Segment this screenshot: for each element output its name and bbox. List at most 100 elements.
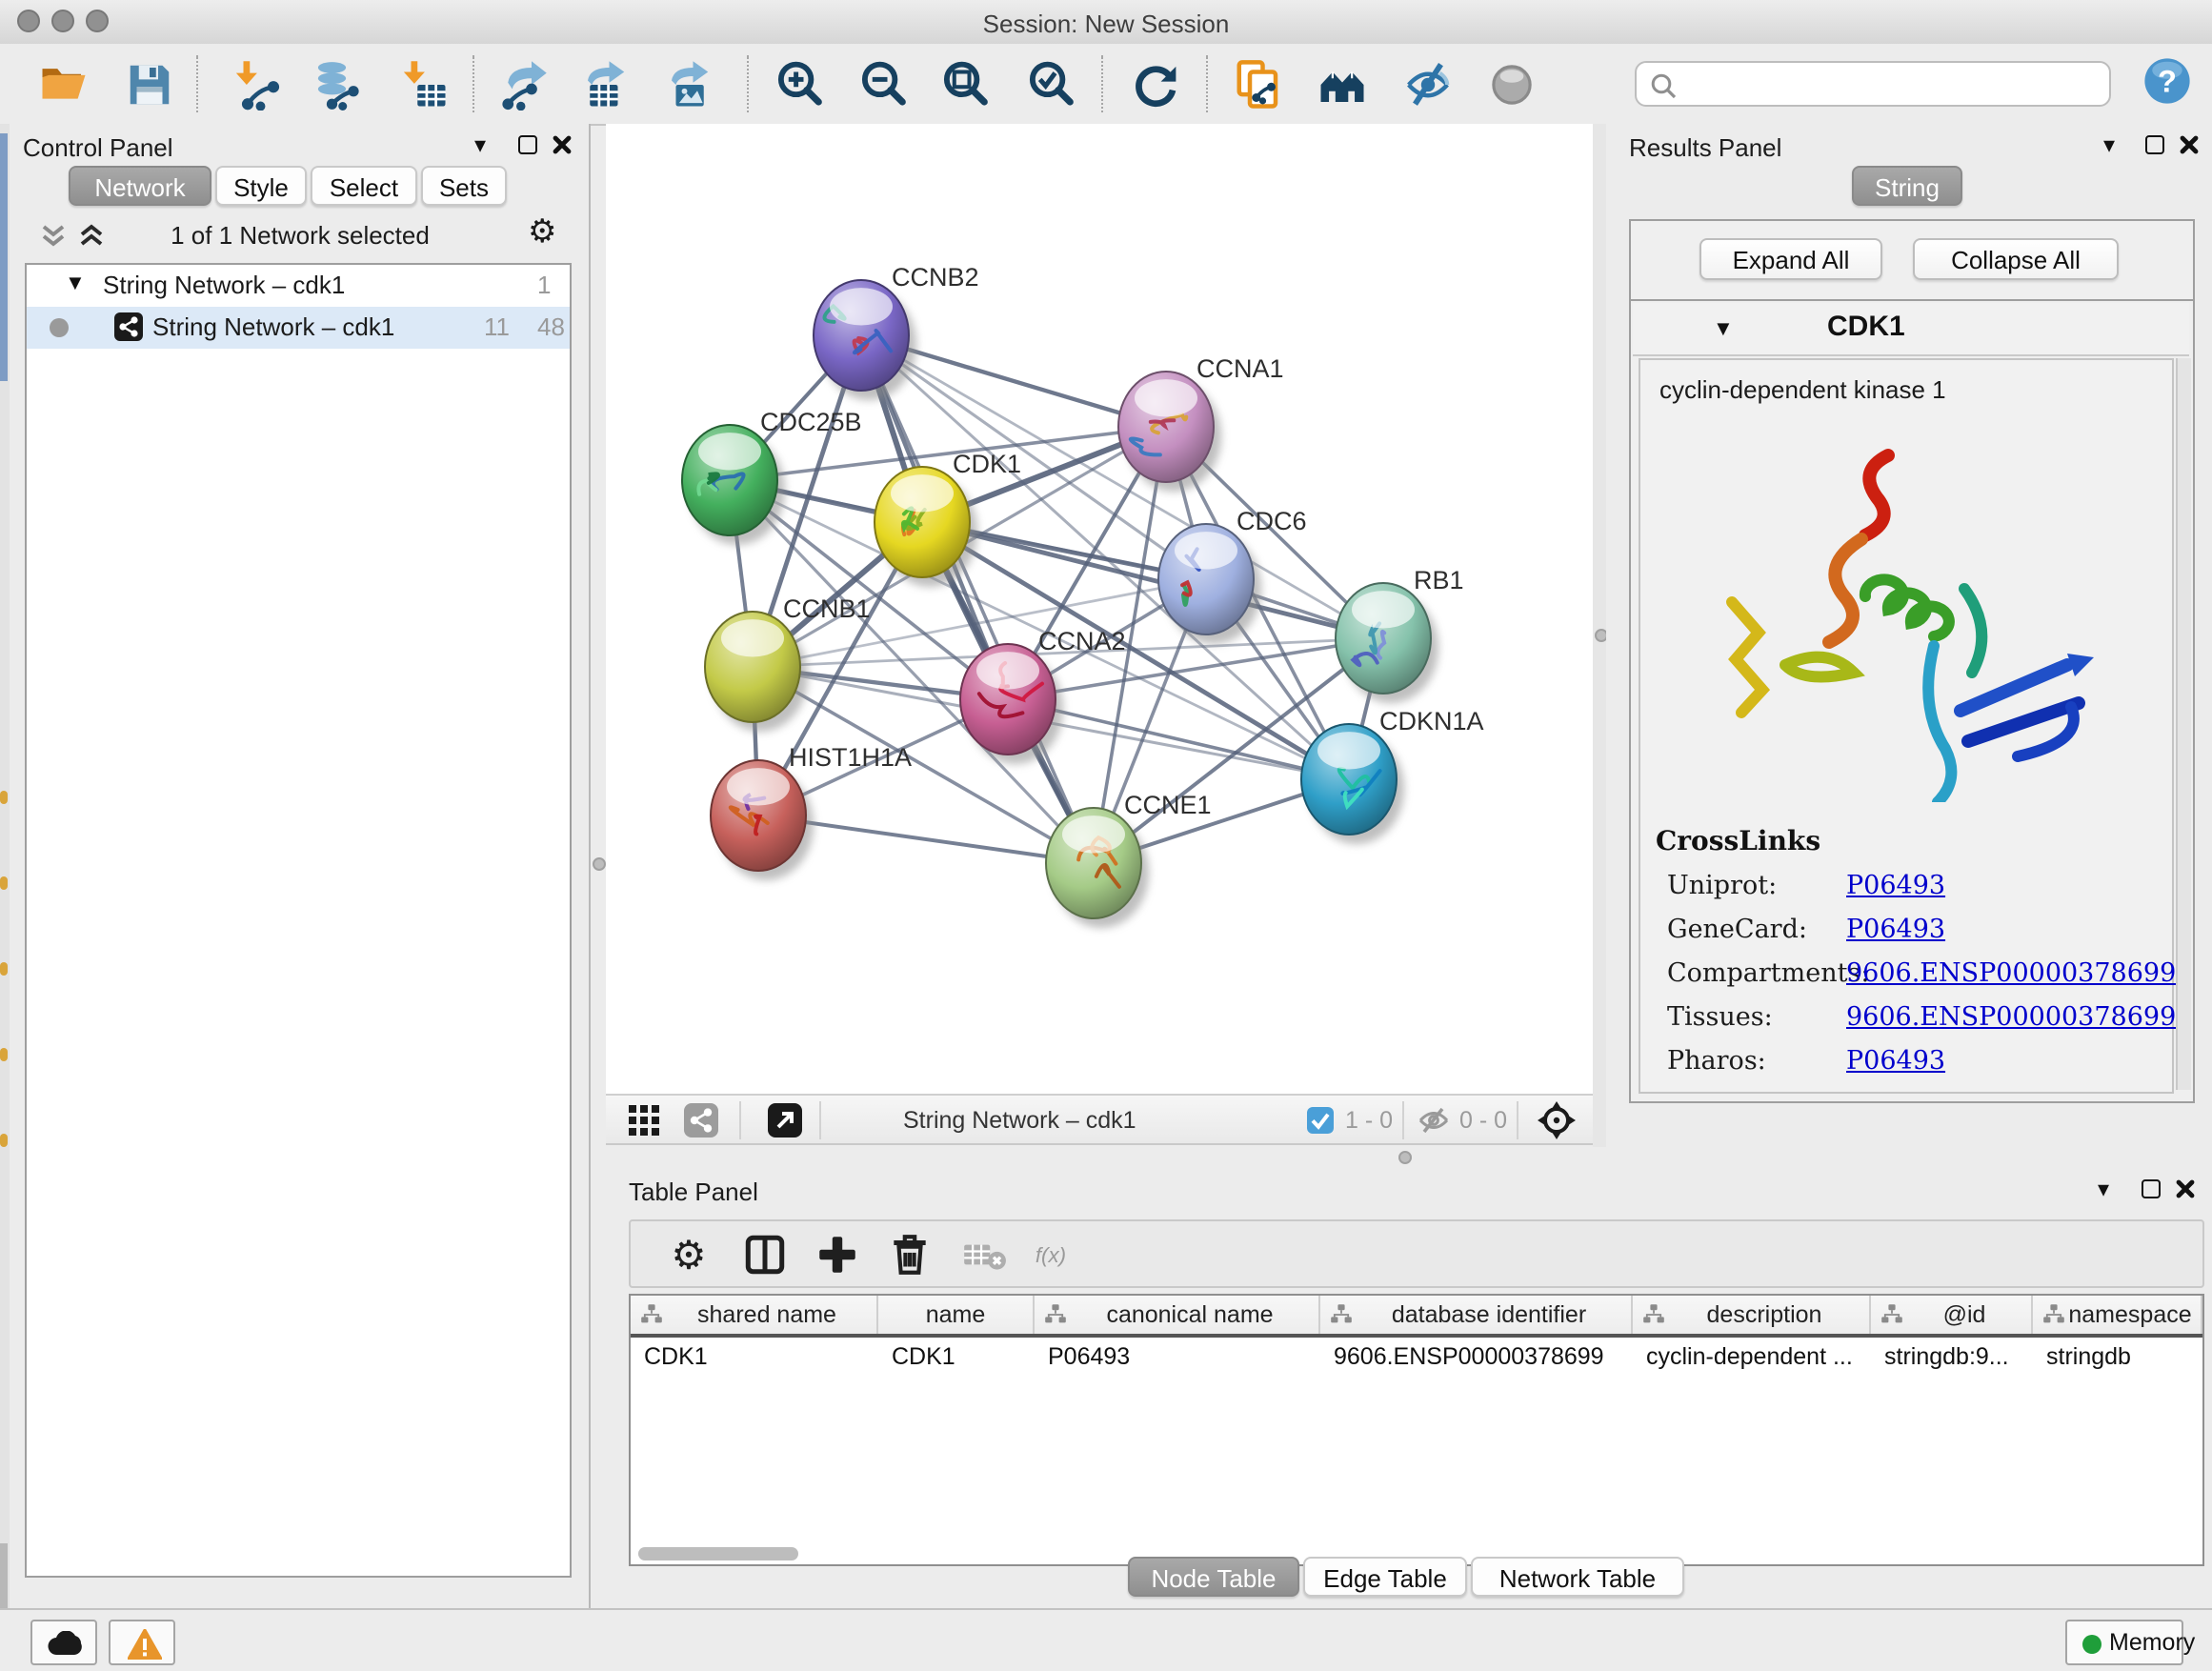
tab-sets[interactable]: Sets — [421, 166, 507, 206]
show-columns-icon[interactable] — [741, 1231, 789, 1278]
column-header-canonical-name[interactable]: canonical name — [1035, 1296, 1320, 1334]
vertical-splitter-handle[interactable] — [593, 857, 606, 871]
table-horizontal-scrollbar[interactable] — [638, 1547, 798, 1560]
tab-style[interactable]: Style — [215, 166, 307, 206]
table-panel-collapse-icon[interactable]: ▾ — [2098, 1176, 2109, 1202]
create-column-plus-icon[interactable] — [814, 1231, 861, 1278]
crosslink-link[interactable]: 9606.ENSP00000378699 — [1846, 1002, 2176, 1033]
warnings-button[interactable] — [109, 1620, 175, 1665]
save-session-icon[interactable] — [124, 59, 175, 111]
network-share-icon — [114, 312, 143, 341]
apply-preferred-layout-icon[interactable] — [1130, 59, 1181, 111]
network-graph[interactable]: CCNB2CCNA1CDC25BCDK1CDC6RB1CCNB1CCNA2CDK… — [606, 124, 1593, 1094]
zoom-out-icon[interactable] — [857, 59, 909, 111]
selected-checkbox-icon[interactable] — [1307, 1107, 1334, 1134]
network-row-selected[interactable]: String Network – cdk1 11 48 — [27, 307, 570, 349]
tab-string-results[interactable]: String — [1852, 166, 1962, 206]
node-label-RB1: RB1 — [1414, 566, 1464, 594]
column-header-namespace[interactable]: namespace — [2033, 1296, 2202, 1334]
import-string-network-icon[interactable] — [1233, 59, 1284, 111]
help-icon[interactable]: ? — [2142, 55, 2193, 107]
tab-network[interactable]: Network — [69, 166, 211, 206]
results-panel-collapse-icon[interactable]: ▾ — [2103, 131, 2115, 158]
table-row[interactable]: CDK1CDK1P064939606.ENSP00000378699cyclin… — [631, 1338, 2202, 1376]
column-header--id[interactable]: @id — [1871, 1296, 2033, 1334]
table-cell[interactable]: stringdb:9... — [1871, 1338, 2033, 1376]
memory-button[interactable]: Memory — [2065, 1620, 2183, 1665]
results-panel-float-icon[interactable] — [2145, 135, 2164, 154]
node-label-CCNE1: CCNE1 — [1124, 791, 1212, 819]
control-panel-close-icon[interactable] — [553, 135, 572, 154]
collection-expander-icon[interactable]: ▼ — [65, 272, 86, 295]
table-panel-close-icon[interactable] — [2176, 1179, 2195, 1198]
memory-label: Memory — [2109, 1629, 2195, 1656]
network-node-CDC6[interactable]: CDC6 — [1158, 507, 1307, 644]
crosslink-link[interactable]: P06493 — [1846, 915, 1945, 945]
network-options-gear-icon[interactable]: ⚙ — [528, 213, 557, 252]
delete-columns-trash-icon[interactable] — [886, 1231, 934, 1278]
table-panel-float-icon[interactable] — [2142, 1179, 2161, 1198]
fit-selection-crosshair-icon[interactable] — [1538, 1101, 1576, 1139]
gene-expander-icon[interactable]: ▼ — [1713, 318, 1734, 341]
search-input[interactable] — [1686, 65, 2103, 107]
export-table-icon[interactable] — [579, 59, 631, 111]
tab-edge-table[interactable]: Edge Table — [1303, 1557, 1467, 1597]
network-view-icon[interactable] — [684, 1103, 718, 1137]
network-node-CCNB2[interactable]: CCNB2 — [814, 263, 979, 400]
tab-select[interactable]: Select — [311, 166, 417, 206]
import-table-from-file-icon[interactable] — [398, 59, 450, 111]
show-all-eye-icon[interactable] — [1486, 59, 1538, 111]
import-network-from-database-icon[interactable] — [311, 59, 362, 111]
table-cell[interactable]: CDK1 — [878, 1338, 1035, 1376]
function-builder-icon[interactable]: f(x) — [1027, 1231, 1099, 1278]
network-collection-row[interactable]: ▼ String Network – cdk1 1 — [27, 265, 570, 307]
crosslink-link[interactable]: 9606.ENSP00000378699 — [1846, 958, 2176, 989]
crosslink-link[interactable]: P06493 — [1846, 871, 1945, 901]
svg-text:f(x): f(x) — [1036, 1243, 1066, 1267]
birds-eye-view-icon[interactable] — [768, 1103, 802, 1137]
zoom-in-icon[interactable] — [774, 59, 825, 111]
node-highlight — [727, 768, 790, 805]
open-session-icon[interactable] — [38, 59, 90, 111]
table-settings-gear-icon[interactable]: ⚙ — [665, 1231, 713, 1278]
tab-node-table[interactable]: Node Table — [1128, 1557, 1299, 1597]
table-cell[interactable]: stringdb — [2033, 1338, 2202, 1376]
import-network-from-file-icon[interactable] — [231, 59, 282, 111]
grid-view-icon[interactable] — [629, 1105, 661, 1137]
network-node-CCNA1[interactable]: CCNA1 — [1118, 354, 1284, 492]
canvas-results-splitter[interactable] — [1593, 124, 1606, 1147]
table-cell[interactable]: P06493 — [1035, 1338, 1320, 1376]
gene-section-header[interactable]: ▼ CDK1 — [1633, 303, 2189, 356]
column-header-name[interactable]: name — [878, 1296, 1035, 1334]
tab-network-table[interactable]: Network Table — [1471, 1557, 1684, 1597]
results-scrollbar[interactable] — [2176, 358, 2191, 1090]
string-home-icon[interactable] — [1317, 59, 1368, 111]
table-cell[interactable]: 9606.ENSP00000378699 — [1320, 1338, 1633, 1376]
column-header-database-identifier[interactable]: database identifier — [1320, 1296, 1633, 1334]
network-canvas[interactable]: CCNB2CCNA1CDC25BCDK1CDC6RB1CCNB1CCNA2CDK… — [606, 124, 1593, 1094]
results-panel-close-icon[interactable] — [2180, 135, 2199, 154]
node-highlight — [1175, 532, 1237, 569]
column-header-shared-name[interactable]: shared name — [631, 1296, 878, 1334]
zoom-fit-content-icon[interactable] — [939, 59, 991, 111]
network-node-HIST1H1A[interactable]: HIST1H1A — [711, 743, 912, 880]
network-node-CDC25B[interactable]: CDC25B — [682, 408, 862, 545]
hide-selected-eye-icon[interactable] — [1402, 59, 1454, 111]
network-node-CDKN1A[interactable]: CDKN1A — [1301, 707, 1484, 844]
export-image-icon[interactable] — [663, 59, 714, 111]
collapse-all-button[interactable]: Collapse All — [1913, 238, 2119, 280]
table-cell[interactable]: cyclin-dependent ... — [1633, 1338, 1871, 1376]
cloud-status-button[interactable] — [30, 1620, 97, 1665]
column-header-description[interactable]: description — [1633, 1296, 1871, 1334]
control-panel-float-icon[interactable] — [518, 135, 537, 154]
control-panel-collapse-icon[interactable]: ▾ — [474, 131, 486, 158]
network-node-RB1[interactable]: RB1 — [1336, 566, 1464, 703]
crosslink-link[interactable]: P06493 — [1846, 1046, 1945, 1077]
network-label: String Network – cdk1 — [152, 312, 394, 341]
zoom-selected-icon[interactable] — [1025, 59, 1076, 111]
export-network-icon[interactable] — [497, 59, 549, 111]
node-label-HIST1H1A: HIST1H1A — [789, 743, 912, 772]
expand-all-button[interactable]: Expand All — [1699, 238, 1882, 280]
table-cell[interactable]: CDK1 — [631, 1338, 878, 1376]
delete-table-icon[interactable] — [960, 1231, 1008, 1278]
